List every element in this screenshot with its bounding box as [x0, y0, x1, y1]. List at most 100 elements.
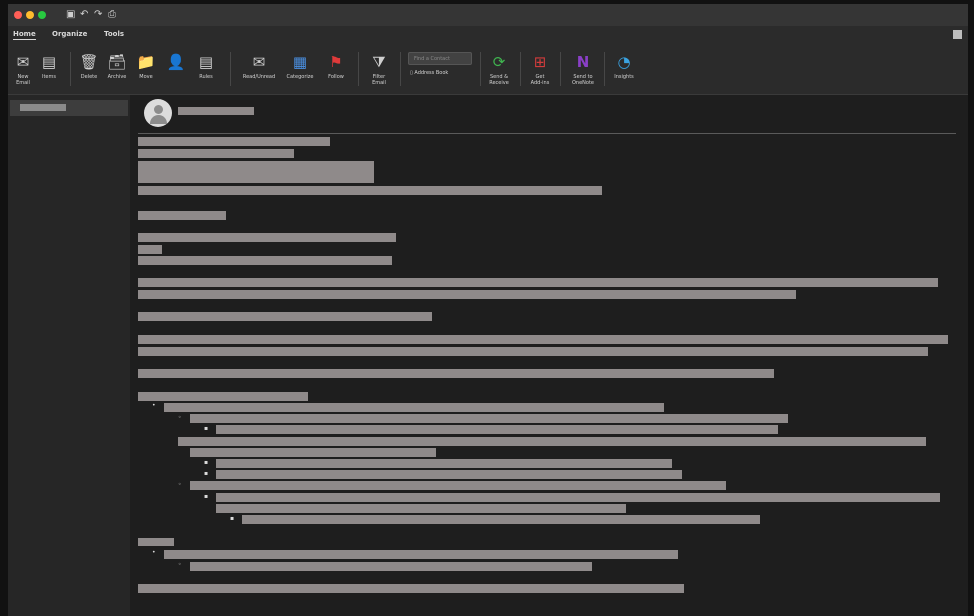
folder-icon: 📁 — [136, 53, 156, 71]
header-divider — [138, 133, 956, 134]
get-add-ins-button[interactable]: ⊞ Get Add-ins — [528, 48, 552, 92]
redacted-text — [138, 369, 774, 378]
redacted-text — [138, 538, 174, 546]
list-bullet: ◦ — [178, 481, 182, 488]
folder-item[interactable] — [10, 100, 128, 116]
redo-icon[interactable]: ↷ — [94, 9, 102, 20]
redacted-list-item — [216, 493, 940, 502]
new-items-button[interactable]: ▤ Items — [38, 48, 60, 92]
ribbon-separator — [230, 52, 231, 86]
list-bullet: ▪ — [204, 470, 209, 477]
minimize-window-button[interactable] — [26, 11, 34, 19]
address-book-button[interactable]: ▯ Address Book — [410, 70, 448, 76]
ribbon-separator — [70, 52, 71, 86]
read-unread-label: Read/Unread — [242, 74, 276, 80]
redacted-sender-name — [178, 107, 254, 115]
ribbon-separator — [560, 52, 561, 86]
avatar-body — [150, 115, 167, 124]
follow-up-button[interactable]: ⚑ Follow — [324, 48, 348, 92]
redacted-text — [138, 233, 396, 242]
archive-icon: 🗃 — [107, 53, 127, 71]
categorize-button[interactable]: ▦ Categorize — [286, 48, 314, 92]
print-icon[interactable]: ⎙ — [108, 9, 116, 20]
sync-icon: ⟳ — [492, 53, 506, 71]
ribbon: ✉ New Email ▤ Items 🗑 Delete 🗃 Archive 📁… — [8, 46, 968, 95]
ribbon-tabs: Home Organize Tools — [8, 26, 968, 46]
redacted-list-item — [190, 448, 436, 457]
redacted-text — [138, 149, 294, 158]
send-to-onenote-button[interactable]: N Send to OneNote — [570, 48, 596, 92]
redacted-list-item — [242, 515, 760, 524]
ribbon-separator — [604, 52, 605, 86]
redacted-text — [138, 335, 948, 344]
rules-button[interactable]: ▤ Rules — [194, 48, 218, 92]
zoom-window-button[interactable] — [38, 11, 46, 19]
list-bullet: • — [152, 402, 156, 409]
ribbon-separator — [400, 52, 401, 86]
delete-button[interactable]: 🗑 Delete — [78, 48, 100, 92]
address-book-icon: ▯ — [410, 70, 413, 76]
list-bullet: ▪ — [204, 425, 209, 432]
new-items-label: Items — [42, 74, 56, 80]
rules-label: Rules — [199, 74, 213, 80]
redacted-list-item — [216, 504, 626, 513]
rules-icon: ▤ — [198, 53, 214, 71]
flag-icon: ⚑ — [329, 53, 343, 71]
avatar-head — [154, 105, 163, 114]
redacted-text — [138, 186, 602, 195]
redacted-list-item — [164, 550, 678, 559]
redacted-text — [138, 211, 226, 220]
follow-up-label: Follow — [328, 74, 344, 80]
send-receive-button[interactable]: ⟳ Send & Receive — [486, 48, 512, 92]
sender-avatar — [144, 99, 172, 127]
list-bullet: • — [152, 549, 156, 556]
outlook-window: ▣ ↶ ↷ ⎙ Home Organize Tools ✉ New Email … — [8, 4, 968, 616]
undo-icon[interactable]: ↶ — [80, 9, 88, 20]
title-bar: ▣ ↶ ↷ ⎙ — [8, 4, 968, 26]
list-bullet: ▪ — [204, 459, 209, 466]
new-email-icon: ✉ — [16, 53, 30, 71]
tab-tools[interactable]: Tools — [104, 29, 124, 39]
save-icon[interactable]: ▣ — [66, 9, 75, 20]
redacted-list-item — [190, 562, 592, 571]
filter-email-button[interactable]: ⧩ Filter Email — [366, 48, 392, 92]
redacted-list-item — [190, 414, 788, 423]
send-receive-label: Send & Receive — [489, 74, 509, 86]
onenote-icon: N — [576, 53, 590, 71]
redacted-text — [138, 584, 684, 593]
redacted-list-item — [216, 459, 672, 468]
archive-button[interactable]: 🗃 Archive — [106, 48, 128, 92]
redacted-text — [138, 347, 928, 356]
add-ins-icon: ⊞ — [533, 53, 547, 71]
ribbon-collapse-button[interactable] — [953, 30, 962, 39]
read-unread-button[interactable]: ✉ Read/Unread — [243, 48, 275, 92]
send-to-onenote-label: Send to OneNote — [571, 74, 595, 86]
list-bullet: ▪ — [204, 493, 209, 500]
new-email-button[interactable]: ✉ New Email — [12, 48, 34, 92]
person-icon: 👤 — [166, 53, 186, 71]
redacted-list-item — [164, 403, 664, 412]
get-add-ins-label: Get Add-ins — [530, 74, 550, 86]
trash-icon: 🗑 — [79, 53, 99, 71]
folder-pane — [8, 95, 130, 616]
address-book-label: Address Book — [414, 70, 449, 76]
tab-organize[interactable]: Organize — [52, 29, 87, 39]
insights-button[interactable]: ◔ Insights — [612, 48, 636, 92]
redacted-text — [138, 290, 796, 299]
move-label: Move — [139, 74, 153, 80]
redacted-list-item — [190, 481, 726, 490]
assign-policy-button[interactable]: 👤 — [164, 48, 188, 92]
redacted-text — [138, 256, 392, 265]
new-items-icon: ▤ — [41, 53, 57, 71]
list-bullet: ◦ — [178, 414, 182, 421]
close-window-button[interactable] — [14, 11, 22, 19]
move-button[interactable]: 📁 Move — [134, 48, 158, 92]
categorize-icon: ▦ — [292, 53, 308, 71]
redacted-text — [138, 137, 330, 146]
tab-home[interactable]: Home — [13, 29, 36, 40]
redacted-text — [138, 278, 938, 287]
redacted-text — [138, 161, 374, 183]
redacted-text — [138, 392, 308, 401]
redacted-list-item — [216, 470, 682, 479]
find-contact-input[interactable]: Find a Contact — [408, 52, 472, 65]
